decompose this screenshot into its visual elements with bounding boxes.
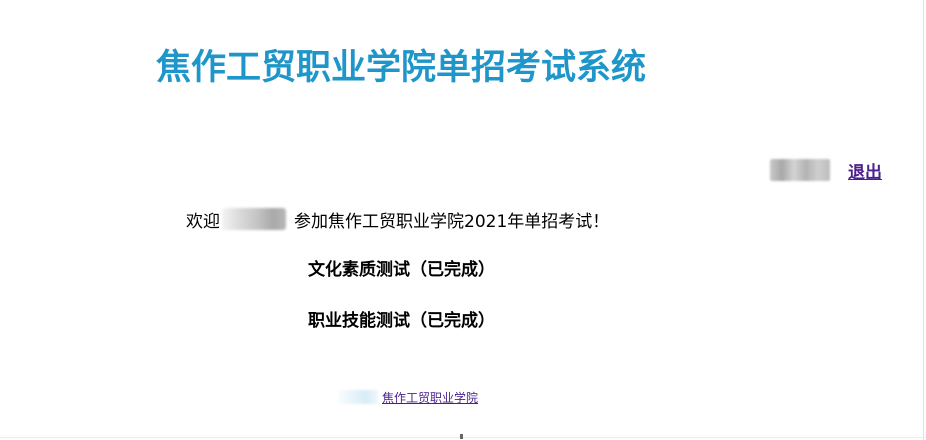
welcome-suffix: 参加焦作工贸职业学院2021年单招考试！ <box>294 211 610 232</box>
username-redacted <box>770 159 830 181</box>
page-title: 焦作工贸职业学院单招考试系统 <box>156 48 647 88</box>
candidate-name-redacted <box>222 208 286 230</box>
logout-link[interactable]: 退出 <box>848 158 882 183</box>
page: 焦作工贸职业学院单招考试系统 退出 欢迎 参加焦作工贸职业学院2021年单招考试… <box>0 0 926 440</box>
window-edge-right <box>923 0 924 440</box>
welcome-message: 欢迎 参加焦作工贸职业学院2021年单招考试！ <box>186 206 609 232</box>
window-edge-bottom <box>0 437 926 438</box>
user-bar: 退出 <box>770 157 882 183</box>
footer-link[interactable]: 焦作工贸职业学院 <box>382 389 478 406</box>
text-cursor-icon <box>460 434 463 439</box>
test-item-cultural-quality[interactable]: 文化素质测试（已完成） <box>308 258 495 282</box>
footer-logo <box>338 390 378 404</box>
welcome-prefix: 欢迎 <box>186 211 220 232</box>
test-item-vocational-skills[interactable]: 职业技能测试（已完成） <box>308 309 495 333</box>
footer: 焦作工贸职业学院 <box>338 387 478 407</box>
